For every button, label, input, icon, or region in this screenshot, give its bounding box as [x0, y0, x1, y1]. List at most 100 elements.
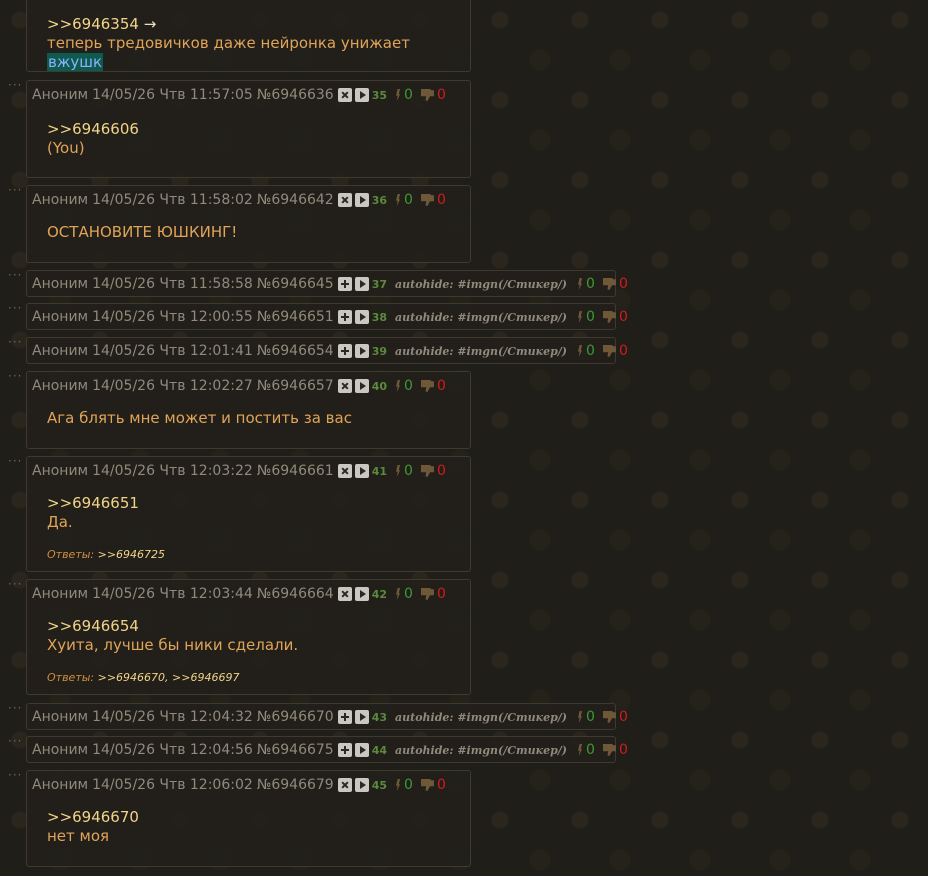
- hide-post-icon[interactable]: [337, 379, 352, 393]
- expand-post-icon[interactable]: [354, 743, 369, 757]
- downvote-icon[interactable]: [603, 711, 616, 723]
- hide-post-icon[interactable]: [337, 88, 352, 102]
- hide-post-icon[interactable]: [337, 193, 352, 207]
- post-menu-icon[interactable]: ···: [8, 735, 22, 747]
- post-number[interactable]: №6946670: [257, 709, 334, 725]
- post-number[interactable]: №6946657: [257, 378, 334, 394]
- post-text: Да.: [47, 513, 73, 531]
- unhide-post-icon[interactable]: [337, 344, 352, 358]
- upvote-count: 0: [404, 586, 413, 602]
- post-menu-icon[interactable]: ···: [8, 578, 22, 590]
- post-index: 35: [371, 88, 388, 102]
- expand-post-icon[interactable]: [354, 379, 369, 393]
- thread: >>6946354 → теперь тредовичков даже нейр…: [0, 0, 928, 876]
- upvote-icon[interactable]: [395, 380, 401, 392]
- post: Аноним 14/05/26 Чтв 12:02:27 №6946657 40…: [26, 371, 471, 449]
- quote-link[interactable]: >>6946354: [47, 15, 139, 33]
- post-number[interactable]: №6946636: [257, 87, 334, 103]
- autohide-label: autohide: #imgn(/Стикер/): [395, 344, 568, 358]
- unhide-post-icon[interactable]: [337, 310, 352, 324]
- quote-link[interactable]: >>6946654: [47, 617, 139, 635]
- autohide-label: autohide: #imgn(/Стикер/): [395, 277, 568, 291]
- upvote-icon[interactable]: [395, 194, 401, 206]
- post-header: Аноним 14/05/26 Чтв 12:06:02 №6946679 45…: [32, 776, 446, 794]
- hide-post-icon[interactable]: [337, 778, 352, 792]
- expand-post-icon[interactable]: [354, 710, 369, 724]
- autohide-label: autohide: #imgn(/Стикер/): [395, 310, 568, 324]
- upvote-icon[interactable]: [395, 588, 401, 600]
- quote-link[interactable]: >>6946651: [47, 494, 139, 512]
- upvote-icon[interactable]: [577, 311, 583, 323]
- post-menu-icon[interactable]: ···: [8, 269, 22, 281]
- post-number[interactable]: №6946645: [257, 276, 334, 292]
- post-number[interactable]: №6946661: [257, 463, 334, 479]
- unhide-post-icon[interactable]: [337, 743, 352, 757]
- post-menu-icon[interactable]: ···: [8, 702, 22, 714]
- expand-post-icon[interactable]: [354, 778, 369, 792]
- reply-links[interactable]: >>6946670, >>6946697: [98, 671, 240, 684]
- post-header: Аноним 14/05/26 Чтв 11:58:02 №6946642 36…: [32, 191, 446, 209]
- downvote-icon[interactable]: [421, 779, 434, 791]
- expand-post-icon[interactable]: [354, 277, 369, 291]
- post: >>6946354 → теперь тредовичков даже нейр…: [26, 0, 471, 72]
- upvote-icon[interactable]: [577, 278, 583, 290]
- post-number[interactable]: №6946651: [257, 309, 334, 325]
- downvote-icon[interactable]: [603, 311, 616, 323]
- downvote-icon[interactable]: [421, 588, 434, 600]
- hide-post-icon[interactable]: [337, 587, 352, 601]
- downvote-icon[interactable]: [603, 345, 616, 357]
- expand-post-icon[interactable]: [354, 344, 369, 358]
- post-menu-icon[interactable]: ···: [8, 455, 22, 467]
- reply-links[interactable]: >>6946725: [98, 548, 165, 561]
- upvote-icon[interactable]: [577, 345, 583, 357]
- replies: Ответы: >>6946670, >>6946697: [47, 671, 239, 684]
- post-number[interactable]: №6946679: [257, 777, 334, 793]
- post-date: 14/05/26 Чтв 12:06:02: [92, 777, 253, 793]
- upvote-count: 0: [404, 777, 413, 793]
- downvote-icon[interactable]: [421, 465, 434, 477]
- expand-post-icon[interactable]: [354, 587, 369, 601]
- upvote-count: 0: [586, 343, 595, 359]
- upvote-icon[interactable]: [395, 465, 401, 477]
- post: Аноним 14/05/26 Чтв 12:03:22 №6946661 41…: [26, 456, 471, 572]
- unhide-post-icon[interactable]: [337, 710, 352, 724]
- upvote-icon[interactable]: [395, 779, 401, 791]
- quote-link[interactable]: >>6946670: [47, 808, 139, 826]
- post-number[interactable]: №6946654: [257, 343, 334, 359]
- post-number[interactable]: №6946675: [257, 742, 334, 758]
- downvote-icon[interactable]: [421, 89, 434, 101]
- post-number[interactable]: №6946664: [257, 586, 334, 602]
- quote-link[interactable]: >>6946606: [47, 120, 139, 138]
- post-menu-icon[interactable]: ···: [8, 184, 22, 196]
- post-text: ОСТАНОВИТЕ ЮШКИНГ!: [47, 223, 238, 241]
- upvote-icon[interactable]: [577, 744, 583, 756]
- post-number[interactable]: №6946642: [257, 192, 334, 208]
- unhide-post-icon[interactable]: [337, 277, 352, 291]
- post-menu-icon[interactable]: ···: [8, 769, 22, 781]
- post-menu-icon[interactable]: ···: [8, 336, 22, 348]
- post-text: Ага блять мне может и постить за вас: [47, 409, 352, 427]
- hidden-post: Аноним 14/05/26 Чтв 12:00:55 №6946651 38…: [26, 303, 628, 330]
- expand-post-icon[interactable]: [354, 464, 369, 478]
- downvote-icon[interactable]: [603, 744, 616, 756]
- expand-post-icon[interactable]: [354, 310, 369, 324]
- post-menu-icon[interactable]: ···: [8, 370, 22, 382]
- hidden-post: Аноним 14/05/26 Чтв 12:04:56 №6946675 44…: [26, 736, 628, 763]
- downvote-icon[interactable]: [421, 194, 434, 206]
- expand-post-icon[interactable]: [354, 193, 369, 207]
- upvote-count: 0: [404, 192, 413, 208]
- expand-post-icon[interactable]: [354, 88, 369, 102]
- post-header: Аноним 14/05/26 Чтв 11:58:58 №6946645 37…: [32, 275, 628, 293]
- post-menu-icon[interactable]: ···: [8, 302, 22, 314]
- autohide-label: autohide: #imgn(/Стикер/): [395, 710, 568, 724]
- hide-post-icon[interactable]: [337, 464, 352, 478]
- upvote-icon[interactable]: [577, 711, 583, 723]
- post-text: нет моя: [47, 827, 110, 845]
- post-menu-icon[interactable]: ···: [8, 79, 22, 91]
- post-date: 14/05/26 Чтв 12:04:56: [92, 742, 253, 758]
- downvote-icon[interactable]: [603, 278, 616, 290]
- upvote-icon[interactable]: [395, 89, 401, 101]
- downvote-icon[interactable]: [421, 380, 434, 392]
- hidden-post: Аноним 14/05/26 Чтв 12:01:41 №6946654 39…: [26, 337, 628, 364]
- post-index: 38: [371, 310, 388, 324]
